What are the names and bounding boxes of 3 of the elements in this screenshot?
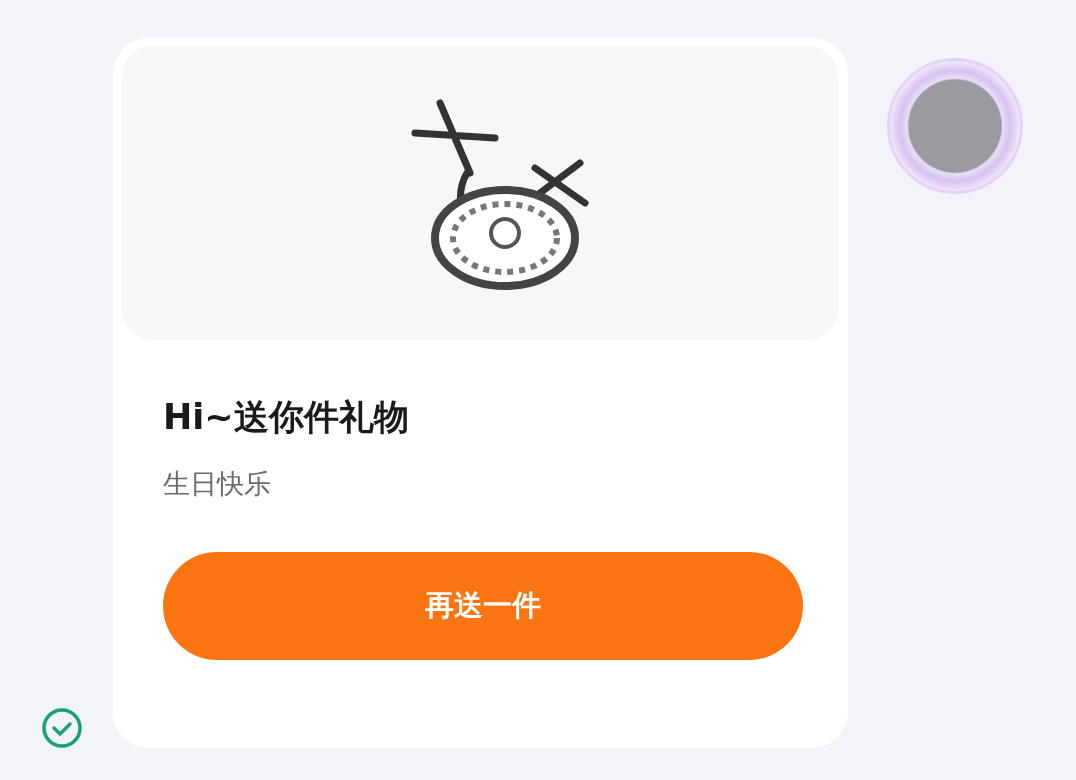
send-again-button[interactable]: 再送一件 [163,552,803,661]
gift-message: 生日快乐 [163,468,272,501]
gift-title: Hi~送你件礼物 [163,396,410,438]
